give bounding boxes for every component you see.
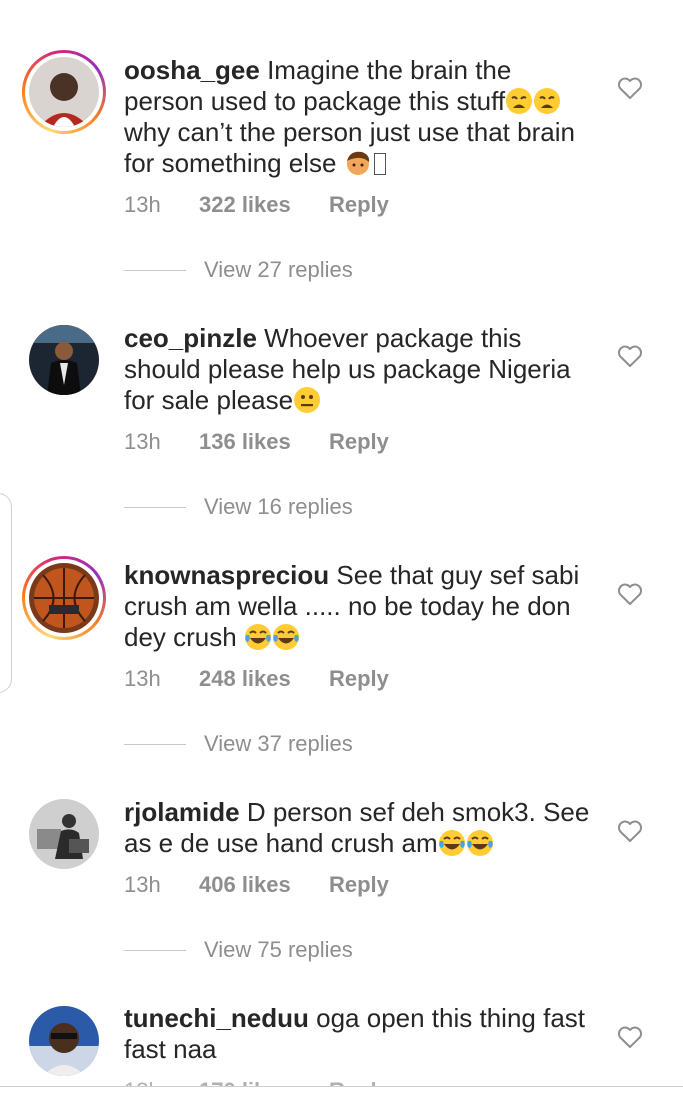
comment-username[interactable]: oosha_gee (124, 55, 260, 85)
view-replies-button[interactable]: View 27 replies (124, 255, 353, 285)
tears-of-joy-emoji (466, 829, 494, 857)
reply-button[interactable]: Reply (329, 666, 389, 692)
reply-button[interactable]: Reply (329, 192, 389, 218)
avatar[interactable] (29, 1006, 99, 1076)
comment-time: 13h (124, 192, 161, 217)
reply-button[interactable]: Reply (329, 872, 389, 898)
avatar[interactable] (29, 325, 99, 395)
comment-meta: 13h 248 likes Reply (124, 664, 389, 694)
heart-outline-icon[interactable] (617, 819, 643, 843)
comment-username[interactable]: ceo_pinzle (124, 323, 257, 353)
view-replies-button[interactable]: View 75 replies (124, 935, 353, 965)
weary-face-emoji (533, 87, 561, 115)
comment-meta: 13h 136 likes Reply (124, 427, 389, 457)
divider (124, 506, 186, 508)
likes-count[interactable]: 322 likes (199, 192, 329, 218)
side-edge-handle (0, 493, 12, 693)
heart-outline-icon[interactable] (617, 344, 643, 368)
heart-outline-icon[interactable] (617, 582, 643, 606)
weary-face-emoji (505, 87, 533, 115)
divider (124, 743, 186, 745)
heart-outline-icon[interactable] (617, 76, 643, 100)
heart-outline-icon[interactable] (617, 1025, 643, 1049)
comment-username[interactable]: knownaspreciou (124, 560, 329, 590)
missing-glyph-icon (373, 153, 386, 175)
likes-count[interactable]: 248 likes (199, 666, 329, 692)
comment-meta: 13h 322 likes Reply (124, 190, 389, 220)
avatar[interactable] (22, 556, 106, 640)
avatar[interactable] (29, 799, 99, 869)
comment-time: 13h (124, 666, 161, 691)
tears-of-joy-emoji (244, 623, 272, 651)
comment-time: 13h (124, 429, 161, 454)
comment-username[interactable]: tunechi_neduu (124, 1003, 309, 1033)
view-replies-button[interactable]: View 37 replies (124, 729, 353, 759)
tears-of-joy-emoji (438, 829, 466, 857)
comment-meta: 13h 406 likes Reply (124, 870, 389, 900)
tears-of-joy-emoji (272, 623, 300, 651)
neutral-face-emoji (293, 386, 321, 414)
boy-emoji (344, 149, 372, 177)
comment-text: oosha_gee Imagine the brain the person u… (124, 55, 575, 178)
divider (124, 949, 186, 951)
comment-text: rjolamide D person sef deh smok3. See as… (124, 797, 590, 858)
likes-count[interactable]: 406 likes (199, 872, 329, 898)
bottom-divider (0, 1086, 683, 1087)
divider (124, 269, 186, 271)
comment-time: 13h (124, 872, 161, 897)
comment-text: knownaspreciou See that guy sef sabi cru… (124, 560, 580, 652)
view-replies-button[interactable]: View 16 replies (124, 492, 353, 522)
comment-text: ceo_pinzle Whoever package this should p… (124, 323, 571, 415)
comment-username[interactable]: rjolamide (124, 797, 240, 827)
comment-text: tunechi_neduu oga open this thing fast f… (124, 1003, 586, 1064)
likes-count[interactable]: 136 likes (199, 429, 329, 455)
avatar[interactable] (22, 50, 106, 134)
reply-button[interactable]: Reply (329, 429, 389, 455)
